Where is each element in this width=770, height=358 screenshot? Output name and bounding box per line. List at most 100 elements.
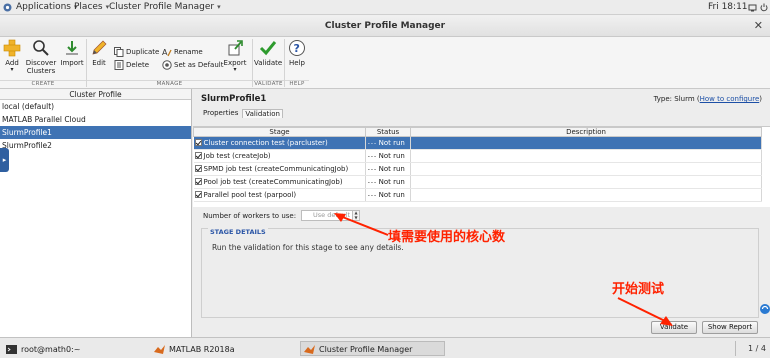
status-cell: --- Not run <box>365 136 411 150</box>
help-label: Help <box>289 59 305 67</box>
set-default-button[interactable]: Set as Default <box>162 60 223 70</box>
export-button[interactable]: Export ▾ <box>223 39 247 73</box>
duplicate-button[interactable]: Duplicate <box>114 47 159 57</box>
section-help: HELP <box>285 80 309 88</box>
taskbar-item-terminal[interactable]: root@math0:~ <box>2 341 142 356</box>
set-default-label: Set as Default <box>174 61 224 69</box>
chevron-down-icon: ▾ <box>10 66 14 73</box>
tab-bar: Properties Validation <box>201 109 285 118</box>
help-icon: ? <box>289 40 305 56</box>
separator <box>735 341 736 356</box>
import-label: Import <box>60 59 84 67</box>
window-titlebar[interactable]: Cluster Profile Manager ✕ <box>0 15 770 37</box>
profile-list-panel: Cluster Profile local (default) MATLAB P… <box>0 89 192 337</box>
edit-label: Edit <box>92 59 106 67</box>
table-row[interactable]: Job test (createJob) --- Not run <box>193 149 762 163</box>
delete-label: Delete <box>126 61 149 69</box>
tab-properties[interactable]: Properties <box>201 109 240 118</box>
taskbar-item-matlab[interactable]: MATLAB R2018a <box>150 341 295 356</box>
show-report-button[interactable]: Show Report <box>702 321 758 334</box>
table-row[interactable]: Parallel pool test (parpool) --- Not run <box>193 188 762 202</box>
profile-item-local[interactable]: local (default) <box>0 100 191 113</box>
taskbar-item-label: MATLAB R2018a <box>169 345 235 354</box>
table-row[interactable]: Pool job test (createCommunicatingJob) -… <box>193 175 762 189</box>
status-prefix: --- <box>367 192 377 199</box>
discover-clusters-button[interactable]: Discover Clusters <box>25 39 57 75</box>
chevron-down-icon: ▾ <box>217 3 221 11</box>
checkbox[interactable] <box>194 152 202 159</box>
rename-button[interactable]: A Rename <box>162 47 203 57</box>
table-row[interactable]: SPMD job test (createCommunicatingJob) -… <box>193 162 762 176</box>
chevron-down-icon: ▾ <box>233 66 237 73</box>
status-cell: --- Not run <box>365 175 411 189</box>
status-label: Not run <box>378 165 405 173</box>
profile-item-slurmprofile1[interactable]: SlurmProfile1 <box>0 126 191 139</box>
power-icon[interactable] <box>760 3 768 12</box>
description-cell <box>410 175 762 189</box>
column-header-status[interactable]: Status <box>365 127 411 137</box>
how-to-configure-link[interactable]: How to configure <box>700 95 760 103</box>
stage-label: SPMD job test (createCommunicatingJob) <box>203 165 349 173</box>
column-header-description[interactable]: Description <box>410 127 762 137</box>
clock[interactable]: Fri 18:11 <box>708 2 748 12</box>
validate-label: Validate <box>254 59 283 67</box>
terminal-icon <box>6 345 17 354</box>
stage-label: Parallel pool test (parpool) <box>203 191 297 199</box>
import-button[interactable]: Import <box>60 39 84 67</box>
checkbox[interactable] <box>194 178 202 185</box>
add-button[interactable]: Add ▾ <box>3 39 21 73</box>
profile-item-cloud[interactable]: MATLAB Parallel Cloud <box>0 113 191 126</box>
stage-cell[interactable]: Job test (createJob) <box>193 149 366 163</box>
status-prefix: --- <box>367 179 377 186</box>
toolstrip: Add ▾ Discover Clusters Import Edit Dupl… <box>0 37 770 89</box>
delete-icon <box>114 60 124 70</box>
taskbar-item-label: root@math0:~ <box>21 345 81 354</box>
applications-icon <box>3 3 12 12</box>
sync-icon[interactable] <box>758 299 770 319</box>
rename-icon: A <box>162 48 172 57</box>
stage-cell[interactable]: Pool job test (createCommunicatingJob) <box>193 175 366 189</box>
profile-title: SlurmProfile1 <box>201 94 267 104</box>
stage-details-text: Run the validation for this stage to see… <box>212 243 404 252</box>
places-menu[interactable]: Places ▾ <box>74 2 109 12</box>
validation-table: Stage Status Description Cluster connect… <box>193 126 770 207</box>
annotation-workers-note: 填需要使用的核心数 <box>388 230 506 245</box>
validate-toolbar-button[interactable]: Validate <box>254 39 282 67</box>
checkbox[interactable] <box>194 139 202 146</box>
status-label: Not run <box>378 139 405 147</box>
status-label: Not run <box>378 178 405 186</box>
edit-button[interactable]: Edit <box>89 39 109 67</box>
discover-label: Discover <box>25 59 57 67</box>
table-row[interactable]: Cluster connection test (parcluster) ---… <box>193 136 762 150</box>
type-suffix: ) <box>759 95 762 103</box>
applications-menu[interactable]: Applications ▾ <box>16 2 78 12</box>
delete-button[interactable]: Delete <box>114 60 149 70</box>
status-cell: --- Not run <box>365 149 411 163</box>
checkbox[interactable] <box>194 191 202 198</box>
close-icon[interactable]: ✕ <box>754 19 763 32</box>
taskbar-item-cluster-profile-manager[interactable]: Cluster Profile Manager <box>300 341 445 356</box>
checkbox[interactable] <box>194 165 202 172</box>
annotation-arrow <box>617 297 673 326</box>
network-icon[interactable] <box>748 3 757 12</box>
stage-cell[interactable]: SPMD job test (createCommunicatingJob) <box>193 162 366 176</box>
status-label: Not run <box>378 152 405 160</box>
profile-list-header: Cluster Profile <box>0 89 191 100</box>
app-menu[interactable]: Cluster Profile Manager ▾ <box>109 2 221 12</box>
status-cell: --- Not run <box>365 188 411 202</box>
expand-handle-icon[interactable]: ▸ <box>0 148 9 172</box>
add-icon <box>3 39 21 57</box>
stage-cell[interactable]: Parallel pool test (parpool) <box>193 188 366 202</box>
section-manage: MANAGE <box>87 80 252 88</box>
description-cell <box>410 188 762 202</box>
profile-item-slurmprofile2[interactable]: SlurmProfile2 <box>0 139 191 152</box>
type-prefix: Type: Slurm ( <box>653 95 700 103</box>
discover-icon <box>33 40 49 56</box>
stage-cell[interactable]: Cluster connection test (parcluster) <box>193 136 366 150</box>
help-button[interactable]: ? Help <box>287 39 307 67</box>
workspace-pager[interactable]: 1 / 4 <box>748 344 766 353</box>
column-header-stage[interactable]: Stage <box>193 127 366 137</box>
stage-label: Job test (createJob) <box>203 152 271 160</box>
tab-validation[interactable]: Validation <box>242 109 283 118</box>
export-icon <box>228 40 243 56</box>
